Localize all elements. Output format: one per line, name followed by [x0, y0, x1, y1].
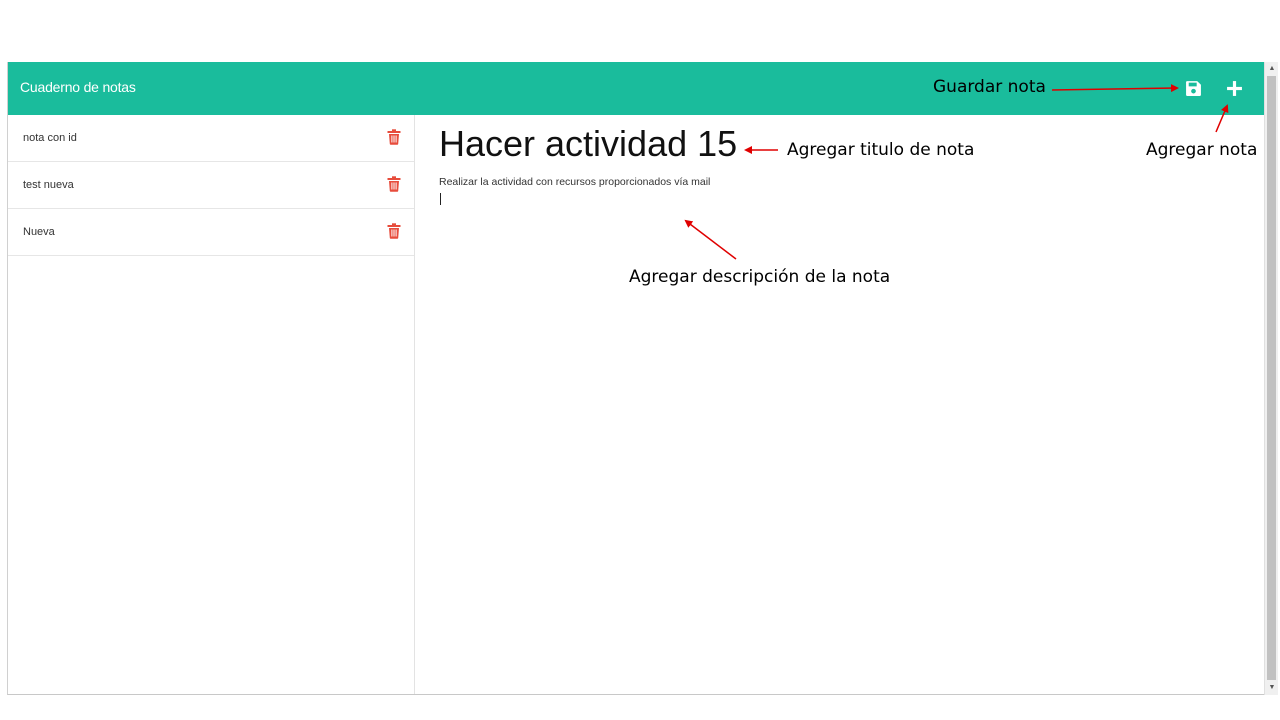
- trash-icon[interactable]: [387, 223, 401, 239]
- scroll-thumb[interactable]: [1267, 76, 1276, 680]
- scroll-down-arrow-icon[interactable]: ▼: [1267, 683, 1277, 693]
- vertical-scrollbar[interactable]: ▲ ▼: [1264, 62, 1278, 695]
- note-list-item[interactable]: nota con id: [8, 115, 414, 162]
- note-description-textarea[interactable]: Realizar la actividad con recursos propo…: [439, 176, 710, 188]
- annotation-save-note: Guardar nota: [933, 77, 1046, 97]
- add-note-button[interactable]: [1222, 76, 1246, 100]
- notes-sidebar: nota con id test nueva Nueva: [8, 115, 415, 694]
- annotation-note-title: Agregar titulo de nota: [787, 140, 975, 160]
- note-item-label: nota con id: [23, 132, 77, 144]
- trash-icon[interactable]: [387, 129, 401, 145]
- annotation-add-note: Agregar nota: [1146, 140, 1258, 160]
- notes-app-window: Cuaderno de notas nota con id test nueva…: [7, 62, 1265, 695]
- plus-icon: [1226, 80, 1242, 96]
- trash-icon[interactable]: [387, 176, 401, 192]
- save-note-button[interactable]: [1181, 76, 1205, 100]
- note-list-item[interactable]: test nueva: [8, 162, 414, 209]
- note-list-item[interactable]: Nueva: [8, 209, 414, 256]
- app-title: Cuaderno de notas: [20, 79, 136, 95]
- annotation-note-description: Agregar descripción de la nota: [629, 267, 891, 287]
- top-bar: Cuaderno de notas: [8, 62, 1265, 115]
- note-editor: Hacer actividad 15 Realizar la actividad…: [416, 115, 1265, 694]
- note-item-label: test nueva: [23, 179, 74, 191]
- note-item-label: Nueva: [23, 226, 55, 238]
- text-caret: [440, 193, 441, 205]
- scroll-up-arrow-icon[interactable]: ▲: [1267, 64, 1277, 74]
- note-title-input[interactable]: Hacer actividad 15: [439, 123, 737, 165]
- floppy-disk-icon: [1185, 80, 1201, 96]
